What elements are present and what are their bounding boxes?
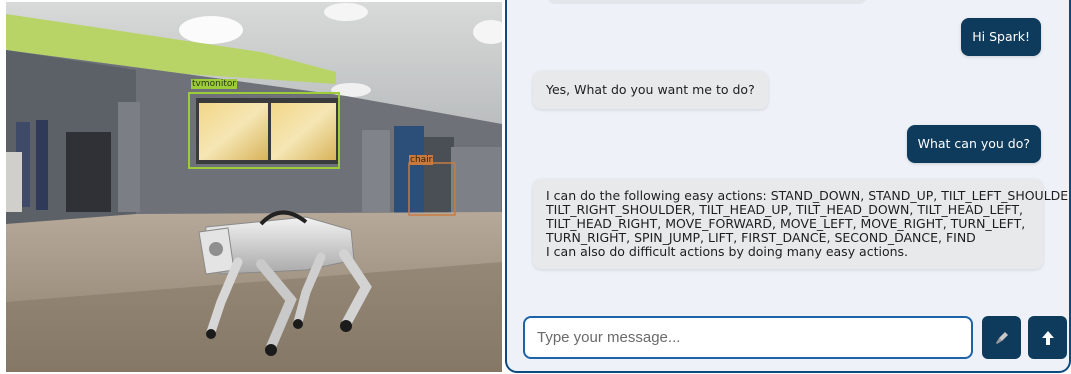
arrow-up-icon (1041, 330, 1054, 345)
user-message: What can you do? (906, 125, 1041, 163)
message-line: TURN_RIGHT, SPIN_JUMP, LIFT, FIRST_DANCE… (546, 230, 976, 245)
message-input[interactable] (523, 316, 973, 359)
camera-scene (6, 2, 502, 372)
user-message: Hi Spark! (961, 18, 1041, 56)
message-text: Yes, What do you want me to do? (546, 82, 755, 97)
detection-label-chair: chair (409, 155, 434, 165)
bot-message-actions: I can do the following easy actions: STA… (533, 179, 1071, 269)
previous-message-edge (547, 0, 867, 4)
message-text: What can you do? (917, 136, 1030, 151)
microphone-icon (995, 331, 1008, 344)
mic-button[interactable] (982, 316, 1021, 359)
message-line: TILT_HEAD_RIGHT, MOVE_FORWARD, MOVE_LEFT… (546, 216, 1026, 231)
robot-camera-feed: tvmonitor chair (6, 2, 502, 372)
chat-panel: Hi Spark! Yes, What do you want me to do… (505, 0, 1071, 373)
message-text: Hi Spark! (972, 29, 1030, 44)
message-line: I can do the following easy actions: STA… (546, 188, 1071, 203)
send-button[interactable] (1028, 316, 1067, 359)
bot-message: Yes, What do you want me to do? (533, 71, 768, 109)
message-line: I can also do difficult actions by doing… (546, 244, 909, 259)
detection-label-tvmonitor: tvmonitor (191, 79, 238, 89)
message-line: TILT_RIGHT_SHOULDER, TILT_HEAD_UP, TILT_… (546, 202, 1023, 217)
